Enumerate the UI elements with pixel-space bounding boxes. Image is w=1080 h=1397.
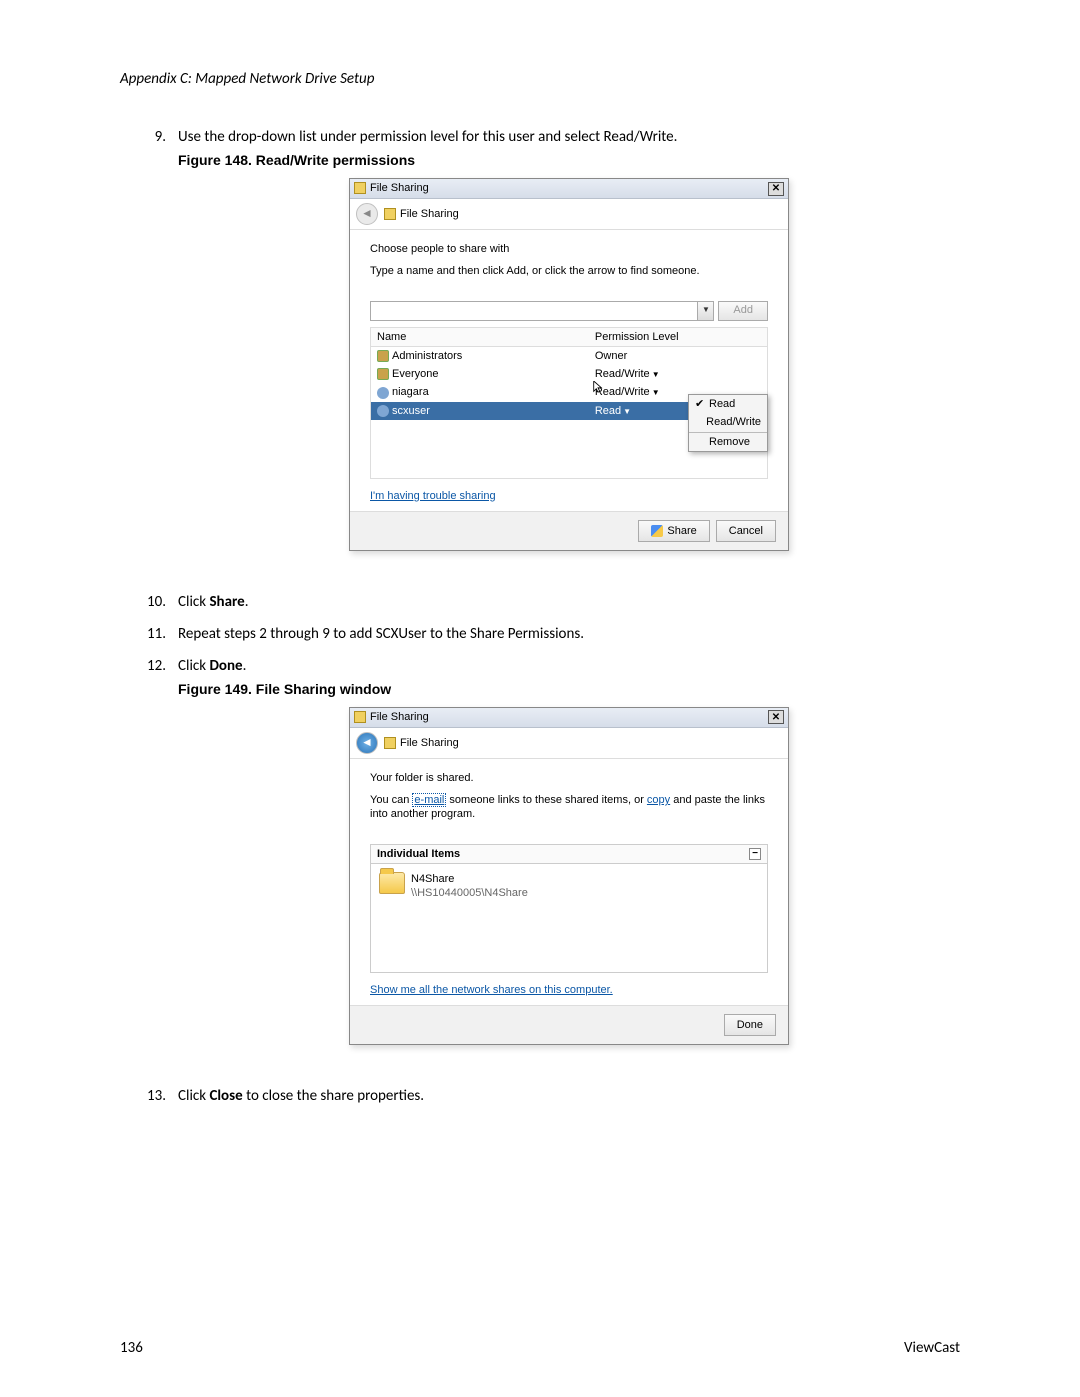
folder-icon bbox=[384, 208, 396, 220]
chevron-down-icon: ▼ bbox=[623, 407, 631, 416]
step-number: 11. bbox=[138, 625, 178, 643]
window-title: File Sharing bbox=[370, 181, 429, 195]
file-sharing-dialog-done: File Sharing ✕ ◄ File Sharing Your folde… bbox=[349, 707, 789, 1045]
table-row[interactable]: Everyone Read/Write▼ bbox=[371, 365, 768, 383]
back-button[interactable]: ◄ bbox=[356, 732, 378, 754]
folder-icon bbox=[379, 872, 405, 894]
window-icon bbox=[354, 711, 366, 723]
file-sharing-dialog-permissions: File Sharing ✕ ◄ File Sharing Choose peo… bbox=[349, 178, 789, 551]
share-button[interactable]: Share bbox=[638, 520, 709, 542]
menu-item-remove[interactable]: Remove bbox=[689, 432, 767, 451]
figure-caption-149: Figure 149. File Sharing window bbox=[178, 681, 960, 697]
step-text: Use the drop-down list under permission … bbox=[178, 128, 960, 146]
show-network-shares-link[interactable]: Show me all the network shares on this c… bbox=[370, 984, 613, 996]
dialog-heading: Your folder is shared. bbox=[370, 771, 768, 785]
page-number: 136 bbox=[120, 1339, 143, 1357]
check-icon: ✔ bbox=[695, 397, 705, 411]
shield-icon bbox=[651, 525, 663, 537]
collapse-icon[interactable]: − bbox=[749, 848, 761, 860]
chevron-down-icon[interactable]: ▼ bbox=[697, 302, 713, 320]
group-icon bbox=[377, 368, 389, 380]
step-number: 12. bbox=[138, 657, 178, 1073]
dialog-heading: Choose people to share with bbox=[370, 242, 768, 256]
individual-items-list: N4Share \\HS10440005\N4Share bbox=[370, 863, 768, 973]
name-combobox[interactable]: ▼ bbox=[370, 301, 714, 321]
email-link[interactable]: e-mail bbox=[412, 793, 446, 807]
step-number: 9. bbox=[138, 128, 178, 579]
chevron-down-icon: ▼ bbox=[652, 370, 660, 379]
cancel-button[interactable]: Cancel bbox=[716, 520, 776, 542]
user-icon bbox=[377, 405, 389, 417]
permission-menu: ✔Read Read/Write Remove bbox=[688, 394, 768, 452]
shared-folder-item[interactable]: N4Share \\HS10440005\N4Share bbox=[379, 872, 759, 901]
row-permission: Owner bbox=[589, 346, 768, 365]
row-name: niagara bbox=[392, 386, 429, 398]
step-9: 9. Use the drop-down list under permissi… bbox=[120, 128, 960, 579]
individual-items-header: Individual Items − bbox=[370, 844, 768, 863]
figure-caption-148: Figure 148. Read/Write permissions bbox=[178, 152, 960, 168]
breadcrumb: File Sharing bbox=[400, 736, 459, 750]
column-name[interactable]: Name bbox=[371, 327, 589, 346]
row-name: scxuser bbox=[392, 405, 430, 417]
page-footer: 136 ViewCast bbox=[120, 1339, 960, 1357]
copy-link[interactable]: copy bbox=[647, 794, 670, 806]
menu-item-read[interactable]: ✔Read bbox=[689, 395, 767, 413]
dialog-subtext: You can e-mail someone links to these sh… bbox=[370, 793, 768, 822]
row-permission-dropdown[interactable]: Read/Write▼ bbox=[589, 365, 768, 383]
step-13: 13. Click Close to close the share prope… bbox=[120, 1087, 960, 1105]
breadcrumb: File Sharing bbox=[400, 207, 459, 221]
trouble-sharing-link[interactable]: I'm having trouble sharing bbox=[370, 490, 496, 502]
close-button[interactable]: ✕ bbox=[768, 710, 784, 724]
table-row[interactable]: Administrators Owner bbox=[371, 346, 768, 365]
menu-item-read-write[interactable]: Read/Write bbox=[689, 413, 767, 431]
step-11: 11. Repeat steps 2 through 9 to add SCXU… bbox=[120, 625, 960, 643]
row-name: Everyone bbox=[392, 368, 438, 380]
add-button[interactable]: Add bbox=[718, 301, 768, 321]
window-title: File Sharing bbox=[370, 710, 429, 724]
brand-name: ViewCast bbox=[904, 1339, 960, 1357]
column-permission[interactable]: Permission Level bbox=[589, 327, 768, 346]
page-header-appendix: Appendix C: Mapped Network Drive Setup bbox=[120, 70, 960, 88]
done-button[interactable]: Done bbox=[724, 1014, 776, 1036]
dialog-subtext: Type a name and then click Add, or click… bbox=[370, 264, 768, 278]
folder-path: \\HS10440005\N4Share bbox=[411, 886, 528, 900]
step-text: Repeat steps 2 through 9 to add SCXUser … bbox=[178, 625, 960, 643]
chevron-down-icon: ▼ bbox=[652, 388, 660, 397]
step-10: 10. Click Share. bbox=[120, 593, 960, 611]
folder-icon bbox=[384, 737, 396, 749]
folder-name: N4Share bbox=[411, 872, 528, 886]
step-number: 10. bbox=[138, 593, 178, 611]
step-number: 13. bbox=[138, 1087, 178, 1105]
user-icon bbox=[377, 387, 389, 399]
window-icon bbox=[354, 182, 366, 194]
close-button[interactable]: ✕ bbox=[768, 182, 784, 196]
back-button[interactable]: ◄ bbox=[356, 203, 378, 225]
group-icon bbox=[377, 350, 389, 362]
step-12: 12. Click Done. Figure 149. File Sharing… bbox=[120, 657, 960, 1073]
row-name: Administrators bbox=[392, 350, 462, 362]
